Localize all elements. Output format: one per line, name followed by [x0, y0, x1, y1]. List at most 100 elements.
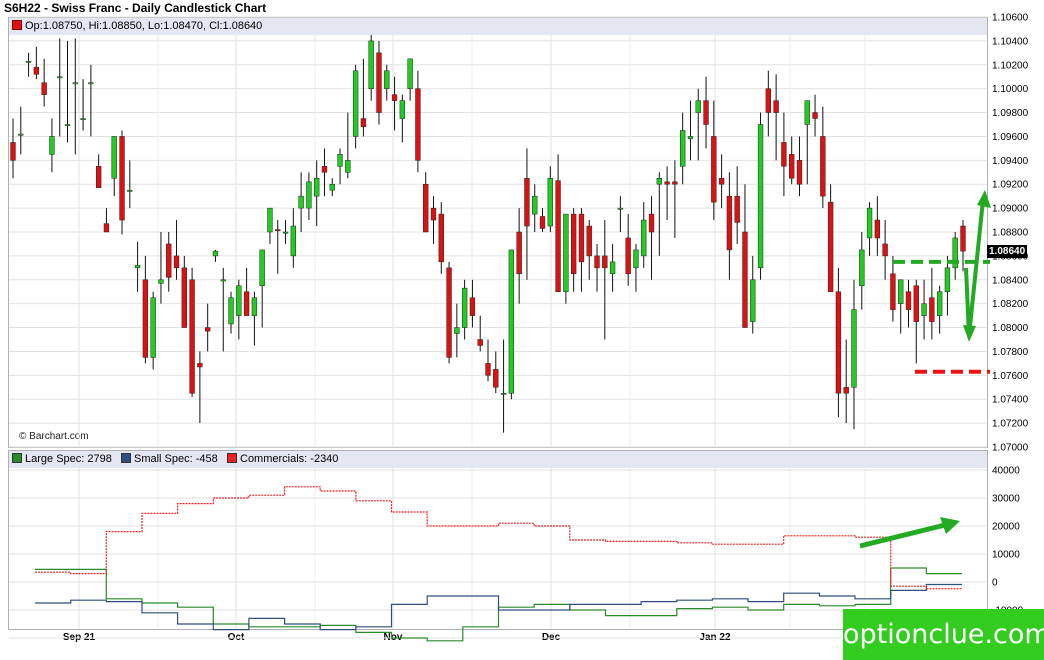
up-candle	[345, 160, 351, 173]
down-candle	[173, 255, 180, 269]
down-candle	[742, 231, 748, 328]
price-y-tick: 1.10000	[992, 84, 1029, 95]
up-candle	[314, 178, 320, 197]
up-candle	[212, 250, 219, 257]
up-candle	[461, 287, 468, 328]
up-candle	[57, 76, 63, 79]
up-candle	[384, 70, 390, 89]
down-candle	[119, 136, 125, 221]
down-candle	[415, 88, 421, 161]
price-y-tick: 1.10200	[992, 60, 1029, 71]
up-candle	[18, 133, 24, 136]
down-candle	[820, 136, 826, 197]
up-candle	[921, 303, 927, 316]
up-candle	[617, 207, 624, 210]
up-candle	[88, 82, 94, 85]
up-candle	[72, 82, 78, 85]
down-candle	[205, 327, 211, 332]
up-candle	[25, 60, 32, 63]
price-y-tick: 1.09800	[992, 108, 1029, 119]
cot-y-tick: 10000	[992, 550, 1020, 561]
down-candle	[726, 195, 733, 251]
price-y-tick: 1.07200	[992, 419, 1029, 430]
down-candle	[469, 297, 476, 316]
up-candle	[150, 297, 156, 358]
up-candle	[329, 183, 335, 191]
up-candle	[641, 219, 647, 257]
up-candle	[236, 285, 242, 316]
chart-canvas: 1.07000 1.07200 1.07400 1.07600 1.07800 1.080…	[9, 13, 1029, 645]
up-candle	[687, 136, 694, 140]
price-y-tick: 1.07000	[992, 443, 1029, 454]
up-candle	[158, 279, 164, 284]
trend-arrow-shaft	[859, 522, 946, 549]
down-candle	[602, 255, 608, 269]
down-candle	[95, 166, 102, 189]
down-candle	[789, 154, 795, 179]
cot-y-tick: 30000	[992, 494, 1020, 505]
up-candle	[64, 124, 71, 126]
down-candle	[103, 223, 110, 233]
up-candle	[532, 195, 538, 215]
down-candle	[648, 213, 655, 233]
price-y-tick: 1.08000	[992, 323, 1029, 334]
down-candle	[555, 180, 561, 292]
up-candle	[454, 327, 460, 334]
cot-y-tick: 0	[992, 578, 998, 589]
down-candle	[625, 237, 631, 275]
down-candle	[181, 267, 187, 328]
up-candle	[80, 118, 86, 120]
up-candle	[563, 213, 569, 292]
up-candle	[259, 249, 265, 287]
down-candle	[890, 273, 896, 310]
up-candle	[127, 189, 133, 192]
up-candle	[866, 207, 873, 239]
price-y-tick: 1.08200	[992, 299, 1029, 310]
down-candle	[430, 207, 437, 221]
down-candle	[672, 181, 678, 185]
up-candle	[609, 261, 616, 275]
down-candle	[734, 195, 740, 223]
up-candle	[399, 100, 406, 119]
price-y-tick: 1.08400	[992, 275, 1029, 286]
up-candle	[500, 393, 507, 395]
price-y-tick: 1.09200	[992, 180, 1029, 191]
down-candle	[874, 219, 881, 239]
down-candle	[321, 166, 328, 173]
down-candle	[524, 178, 530, 227]
forecast-arrow-head-up	[977, 190, 991, 208]
up-candle	[306, 181, 312, 209]
price-y-tick: 1.07600	[992, 371, 1029, 382]
down-candle	[10, 142, 16, 161]
up-candle	[656, 178, 662, 185]
down-candle	[843, 387, 849, 394]
up-candle	[695, 100, 701, 113]
up-candle	[508, 249, 515, 394]
up-candle	[228, 297, 234, 325]
down-candle	[438, 213, 444, 263]
up-candle	[680, 130, 686, 167]
up-candle	[337, 154, 343, 167]
up-candle	[547, 178, 553, 227]
up-candle	[851, 309, 857, 388]
forecast-arrow-path	[964, 199, 985, 337]
cot-y-tick: 40000	[992, 466, 1020, 477]
price-y-tick: 1.08800	[992, 228, 1029, 239]
down-candle	[485, 363, 491, 376]
down-candle	[929, 297, 935, 322]
down-candle	[773, 100, 779, 113]
down-candle	[913, 285, 919, 322]
down-candle	[827, 201, 834, 292]
cot-y-tick: 20000	[992, 522, 1020, 533]
cot-series-line	[35, 486, 962, 590]
down-candle	[796, 160, 803, 185]
last-price-tag: 1.08640	[987, 245, 1028, 258]
down-candle	[594, 255, 600, 269]
down-candle	[493, 369, 499, 388]
up-candle	[290, 225, 296, 257]
down-candle	[376, 52, 382, 113]
up-candle	[267, 207, 273, 233]
down-candle	[711, 136, 717, 203]
down-candle	[477, 339, 483, 346]
down-candle	[905, 291, 912, 310]
